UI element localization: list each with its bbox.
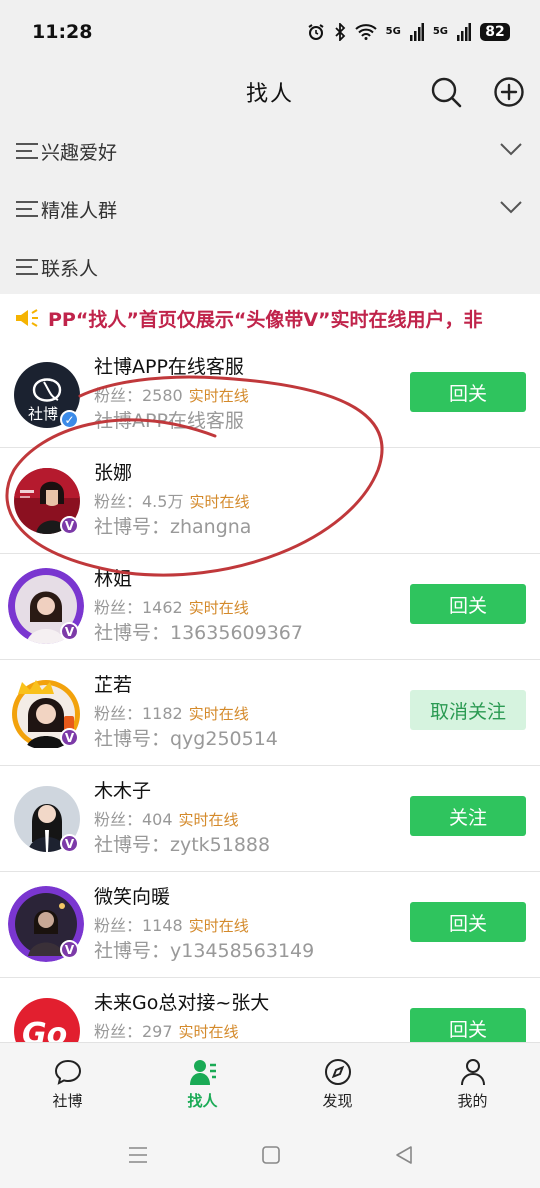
follow-button[interactable]: 关注 xyxy=(410,796,526,836)
fans-text: 粉丝：1148 xyxy=(94,916,183,935)
fans-text: 粉丝：297 xyxy=(94,1022,173,1041)
online-status: 实时在线 xyxy=(188,387,249,405)
user-name: 木木子 xyxy=(94,780,152,802)
online-status: 实时在线 xyxy=(188,917,249,935)
list-item[interactable]: V 木木子 粉丝：404 实时在线 社博号：zytk51888 关注 xyxy=(0,766,540,872)
fans-text: 粉丝：2580 xyxy=(94,386,183,405)
user-name: 微笑向暖 xyxy=(94,886,171,908)
status-bar: 11:28 5G 5G 82 xyxy=(0,0,540,64)
vip-v-badge-icon: V xyxy=(60,622,79,641)
page-title: 找人 xyxy=(245,82,294,107)
fans-count: 粉丝：1182 实时在线 xyxy=(94,700,249,724)
user-name: 张娜 xyxy=(94,462,133,484)
user-id: 社博号：qyg250514 xyxy=(94,728,278,750)
vip-v-badge-icon: V xyxy=(60,834,79,853)
chevron-down-icon[interactable] xyxy=(500,142,522,156)
verified-badge-icon: ✓ xyxy=(60,410,79,429)
find-people-icon xyxy=(189,1060,216,1085)
unfollow-button[interactable]: 取消关注 xyxy=(410,690,526,730)
compass-icon xyxy=(324,1059,351,1085)
fans-text: 粉丝：1182 xyxy=(94,704,183,723)
list-item[interactable]: 社博 ✓ 社博APP在线客服 粉丝：2580 实时在线 社博APP在线客服 回关 xyxy=(0,342,540,448)
follow-back-button[interactable]: 回关 xyxy=(410,372,526,412)
user-name: 未来Go总对接~张大 xyxy=(94,992,270,1014)
fans-count: 粉丝：297 实时在线 xyxy=(94,1018,239,1042)
chat-bubble-icon xyxy=(54,1059,81,1085)
filter-target-groups[interactable]: 精准人群 xyxy=(0,180,540,238)
signal-bars-icon xyxy=(409,23,424,41)
signal-5g-icon: 5G xyxy=(385,26,401,37)
signal-5g-icon: 5G xyxy=(432,26,448,37)
tab-label: 我的 xyxy=(457,1092,488,1110)
fans-text: 粉丝：4.5万 xyxy=(94,492,184,511)
user-id: 社博APP在线客服 xyxy=(94,410,244,432)
alarm-icon xyxy=(308,24,324,40)
user-name: 林姐 xyxy=(94,568,133,590)
battery-indicator: 82 xyxy=(480,23,510,41)
follow-back-button[interactable]: 回关 xyxy=(410,584,526,624)
status-time: 11:28 xyxy=(32,21,93,43)
header: 找人 xyxy=(0,64,540,120)
fans-count: 粉丝：2580 实时在线 xyxy=(94,382,249,406)
tab-label: 找人 xyxy=(187,1092,218,1110)
user-name: 芷若 xyxy=(94,674,133,696)
online-status: 实时在线 xyxy=(189,493,250,511)
online-status: 实时在线 xyxy=(188,705,249,723)
filter-label: 精准人群 xyxy=(41,199,118,222)
bottom-tab-bar: 社博 找人 发现 我的 xyxy=(0,1042,540,1120)
tab-label: 社博 xyxy=(52,1092,83,1110)
fans-text: 粉丝：1462 xyxy=(94,598,183,617)
signal-bars-icon xyxy=(457,23,471,41)
vip-v-badge-icon: V xyxy=(60,940,79,959)
follow-back-button[interactable]: 回关 xyxy=(410,902,526,942)
menu-lines-icon xyxy=(16,142,38,160)
online-status: 实时在线 xyxy=(178,811,239,829)
user-id: 社博号：y13458563149 xyxy=(94,940,315,962)
menu-lines-icon xyxy=(16,258,38,276)
speaker-icon xyxy=(16,309,38,327)
notice-bar: PP“找人”首页仅展示“头像带V”实时在线用户，非 xyxy=(0,294,540,342)
tab-find-people[interactable]: 找人 xyxy=(135,1043,270,1120)
tab-me[interactable]: 我的 xyxy=(405,1043,540,1120)
notice-text: PP“找人”首页仅展示“头像带V”实时在线用户，非 xyxy=(48,308,483,331)
user-name: 社博APP在线客服 xyxy=(94,356,244,378)
bluetooth-icon xyxy=(335,23,345,41)
filter-contacts[interactable]: 联系人 xyxy=(0,238,540,296)
menu-lines-icon xyxy=(16,200,38,218)
search-icon[interactable] xyxy=(430,76,462,108)
add-icon[interactable] xyxy=(493,76,525,108)
filter-label: 兴趣爱好 xyxy=(41,141,118,164)
user-id: 社博号：zytk51888 xyxy=(94,834,271,856)
list-item[interactable]: V 林姐 粉丝：1462 实时在线 社博号：13635609367 回关 xyxy=(0,554,540,660)
system-nav-bar xyxy=(0,1120,540,1188)
list-item[interactable]: V 芷若 粉丝：1182 实时在线 社博号：qyg250514 取消关注 xyxy=(0,660,540,766)
user-id: 社博号：zhangna xyxy=(94,516,252,538)
chevron-down-icon[interactable] xyxy=(500,200,522,214)
filter-interests[interactable]: 兴趣爱好 xyxy=(0,122,540,180)
user-id: 社博号：13635609367 xyxy=(94,622,303,644)
vip-v-badge-icon: V xyxy=(60,728,79,747)
vip-v-badge-icon: V xyxy=(60,516,79,535)
status-icons: 5G 5G 82 xyxy=(307,23,510,41)
tab-label: 发现 xyxy=(322,1092,353,1110)
online-status: 实时在线 xyxy=(178,1023,239,1041)
tab-shebo[interactable]: 社博 xyxy=(0,1043,135,1120)
person-icon xyxy=(460,1059,485,1086)
fans-text: 粉丝：404 xyxy=(94,810,173,829)
user-list: 社博 ✓ 社博APP在线客服 粉丝：2580 实时在线 社博APP在线客服 回关 … xyxy=(0,342,540,1084)
fans-count: 粉丝：1148 实时在线 xyxy=(94,912,249,936)
avatar-logo-text: 社博 xyxy=(28,405,58,423)
list-item[interactable]: V 张娜 粉丝：4.5万 实时在线 社博号：zhangna xyxy=(0,448,540,554)
tab-discover[interactable]: 发现 xyxy=(270,1043,405,1120)
fans-count: 粉丝：404 实时在线 xyxy=(94,806,239,830)
fans-count: 粉丝：1462 实时在线 xyxy=(94,594,249,618)
online-status: 实时在线 xyxy=(188,599,249,617)
home-icon[interactable] xyxy=(260,1144,282,1166)
filter-label: 联系人 xyxy=(41,257,99,280)
list-item[interactable]: V 微笑向暖 粉丝：1148 实时在线 社博号：y13458563149 回关 xyxy=(0,872,540,978)
back-icon[interactable] xyxy=(393,1144,415,1166)
menu-icon[interactable] xyxy=(127,1144,149,1166)
fans-count: 粉丝：4.5万 实时在线 xyxy=(94,488,249,512)
wifi-icon xyxy=(354,24,377,40)
